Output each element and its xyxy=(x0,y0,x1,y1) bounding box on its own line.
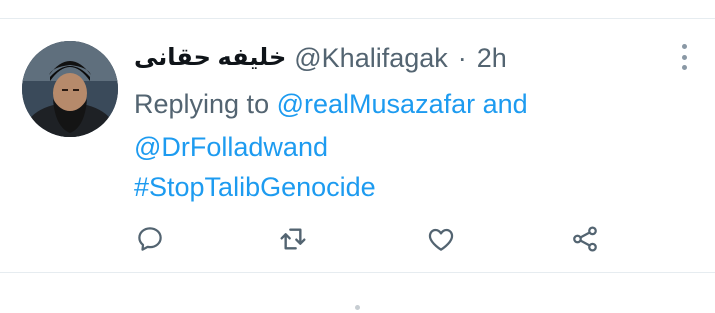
dot xyxy=(681,44,687,49)
user-handle[interactable]: @Khalifagak xyxy=(294,40,448,76)
tweet-screen: خليفه حقانى @Khalifagak · 2h Replying to… xyxy=(0,0,715,313)
retweet-button[interactable] xyxy=(276,222,310,256)
bottom-divider xyxy=(0,272,715,273)
mention-link[interactable]: @realMusazafar xyxy=(277,89,475,119)
retweet-arrows-icon xyxy=(280,228,306,250)
mention-connector[interactable]: and xyxy=(483,89,528,119)
display-name[interactable]: خليفه حقانى xyxy=(134,40,286,76)
timestamp[interactable]: 2h xyxy=(477,40,507,76)
separator-dot: · xyxy=(457,43,467,73)
dot xyxy=(681,54,687,60)
vertical-ellipsis-icon[interactable] xyxy=(676,42,692,72)
loading-dot xyxy=(355,305,360,310)
share-button[interactable] xyxy=(568,222,602,256)
avatar[interactable] xyxy=(22,41,118,137)
top-divider xyxy=(0,18,715,19)
hashtag-link[interactable]: #StopTalibGenocide xyxy=(134,172,376,202)
like-button[interactable] xyxy=(424,222,458,256)
replying-prefix: Replying to xyxy=(134,89,270,119)
tweet-text: #StopTalibGenocide xyxy=(134,169,376,205)
heart-icon xyxy=(428,228,454,251)
share-nodes-icon xyxy=(573,226,597,252)
replying-to-line: Replying to @realMusazafar and @DrFollad… xyxy=(134,83,694,169)
tweet-header: خليفه حقانى @Khalifagak · 2h xyxy=(134,40,507,76)
avatar-photo xyxy=(22,41,118,137)
reply-button[interactable] xyxy=(133,222,167,256)
comment-bubble-icon xyxy=(138,227,162,251)
dot xyxy=(681,65,687,70)
mention-link[interactable]: @DrFolladwand xyxy=(134,132,328,162)
